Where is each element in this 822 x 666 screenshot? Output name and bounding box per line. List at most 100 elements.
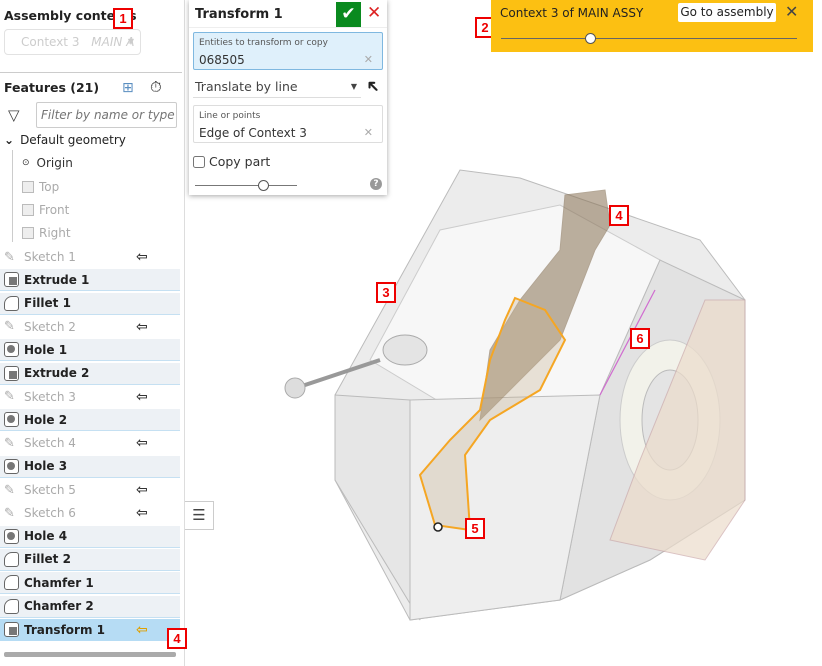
feature-label: Sketch 4 [24,436,76,451]
go-to-assembly-button[interactable]: Go to assembly [678,3,776,22]
feature-item[interactable]: Fillet 2 [0,548,180,571]
tree-line [12,150,13,242]
confirm-button[interactable]: ✔ [336,2,361,27]
feature-label: Fillet 1 [24,296,71,311]
feature-panel: Assembly contexts Context 3 MAIN A ▼ Feat… [0,0,182,666]
banner-title: Context 3 of MAIN ASSY [500,6,644,20]
feature-label: Extrude 2 [24,366,90,380]
feature-label: Transform 1 [24,622,105,637]
feature-item[interactable]: ✎ Sketch 2 ⇦ [0,316,180,338]
flip-direction-icon[interactable]: ➜ [361,74,385,98]
divider [0,72,182,73]
feature-item[interactable]: Hole 4 [0,525,180,548]
feature-item[interactable]: Chamfer 1 [0,572,180,595]
feature-item[interactable]: Hole 2 [0,409,180,432]
plane-icon [22,227,34,239]
geometry-origin[interactable]: ⊙ Origin [22,156,73,170]
context-select[interactable]: Context 3 MAIN A ▼ [4,29,141,55]
sketch-icon: ✎ [4,435,15,451]
rollback-arrow-icon[interactable]: ⇦ [136,386,148,408]
horizontal-scrollbar[interactable] [4,652,176,657]
banner-slider[interactable] [501,38,797,39]
feature-item[interactable]: Transform 1 ⇦ [0,618,180,641]
help-icon[interactable]: ? [370,178,382,190]
callout-5: 5 [465,518,485,539]
default-geometry-toggle[interactable]: ⌄ Default geometry [4,133,126,147]
feature-item[interactable]: Fillet 1 [0,292,180,315]
rollback-arrow-icon[interactable]: ⇦ [136,479,148,501]
features-title: Features (21) [4,80,100,95]
rollback-arrow-icon[interactable]: ⇦ [136,432,148,454]
feature-label: Fillet 2 [24,552,71,567]
feature-label: Chamfer 1 [24,575,94,590]
filter-input[interactable] [36,102,177,128]
sketch-icon: ✎ [4,319,15,335]
rollback-arrow-icon[interactable]: ⇦ [136,316,148,338]
feature-item[interactable]: Chamfer 2 [0,595,180,618]
cancel-button[interactable]: ✕ [367,3,381,23]
model-handle-knob [284,377,306,399]
clear-icon[interactable]: ✕ [364,126,373,139]
feature-label: Sketch 5 [24,483,76,497]
feature-item[interactable]: Hole 1 [0,339,180,362]
feature-item[interactable]: ✎ Sketch 3 ⇦ [0,386,180,408]
model-viewport[interactable] [190,150,822,666]
stopwatch-icon[interactable]: ⏱ [150,78,162,96]
line-or-points-field[interactable]: Line or points Edge of Context 3 ✕ [193,105,383,143]
feature-label: Sketch 6 [24,506,76,521]
feature-label: Chamfer 2 [24,599,94,613]
feature-label: Sketch 1 [24,250,76,264]
feature-item[interactable]: Extrude 1 [0,269,180,292]
mate-connector-icon[interactable] [433,522,443,532]
rollback-arrow-icon[interactable]: ⇦ [136,502,148,524]
rollback-arrow-icon[interactable]: ⇦ [136,246,148,268]
rollback-arrow-icon[interactable]: ⇦ [136,619,148,641]
panel-divider[interactable] [184,0,185,666]
geometry-front[interactable]: Front [22,203,69,217]
chamfer-icon [4,575,19,591]
copy-part-input[interactable] [193,155,205,168]
context-value: Context 3 [21,35,80,49]
geometry-label: Right [39,226,71,240]
chevron-down-icon: ⌄ [4,133,15,147]
copy-part-checkbox[interactable]: Copy part [193,154,270,169]
feature-item[interactable]: ✎ Sketch 1 ⇦ [0,246,180,268]
feature-item[interactable]: Hole 3 [0,455,180,478]
divider [189,27,387,28]
default-geometry-label: Default geometry [20,133,126,147]
feature-label: Hole 1 [24,342,68,357]
mode-select[interactable]: Translate by line ▼ [193,76,361,98]
close-icon[interactable]: ✕ [785,2,798,21]
feature-label: Hole 4 [24,529,68,544]
line-value: Edge of Context 3 [199,126,307,140]
hole-icon [4,412,19,428]
feature-item[interactable]: ✎ Sketch 5 ⇦ [0,479,180,501]
dialog-slider[interactable] [195,185,297,186]
feature-item[interactable]: ✎ Sketch 4 ⇦ [0,432,180,454]
geometry-label: Front [39,203,70,217]
geometry-top[interactable]: Top [22,180,59,194]
hole-icon [4,342,19,358]
hole-icon [4,458,19,474]
model-left-front [334,394,421,621]
geometry-label: Top [39,180,60,194]
geometry-right[interactable]: Right [22,226,71,240]
feature-item[interactable]: ✎ Sketch 6 ⇦ [0,502,180,524]
feature-label: Hole 2 [24,412,68,427]
chevron-down-icon: ▼ [127,37,134,46]
dialog-slider-thumb[interactable] [258,180,270,191]
extrude-icon [4,365,19,381]
context-banner: Context 3 of MAIN ASSY Go to assembly ✕ [491,0,813,52]
entities-label: Entities to transform or copy [199,38,328,48]
sketch-icon: ✎ [4,249,15,265]
banner-slider-thumb[interactable] [584,33,596,44]
feature-label: Sketch 3 [24,389,76,404]
mode-value: Translate by line [195,79,298,94]
feature-item[interactable]: Extrude 2 [0,362,180,385]
extrude-icon [4,272,19,288]
add-folder-icon[interactable]: ⊞ [122,80,134,96]
clear-icon[interactable]: ✕ [364,53,373,66]
feature-label: Sketch 2 [24,319,76,334]
entities-field[interactable]: Entities to transform or copy 068505 ✕ [193,32,383,70]
filter-icon[interactable]: ▽ [8,106,20,124]
